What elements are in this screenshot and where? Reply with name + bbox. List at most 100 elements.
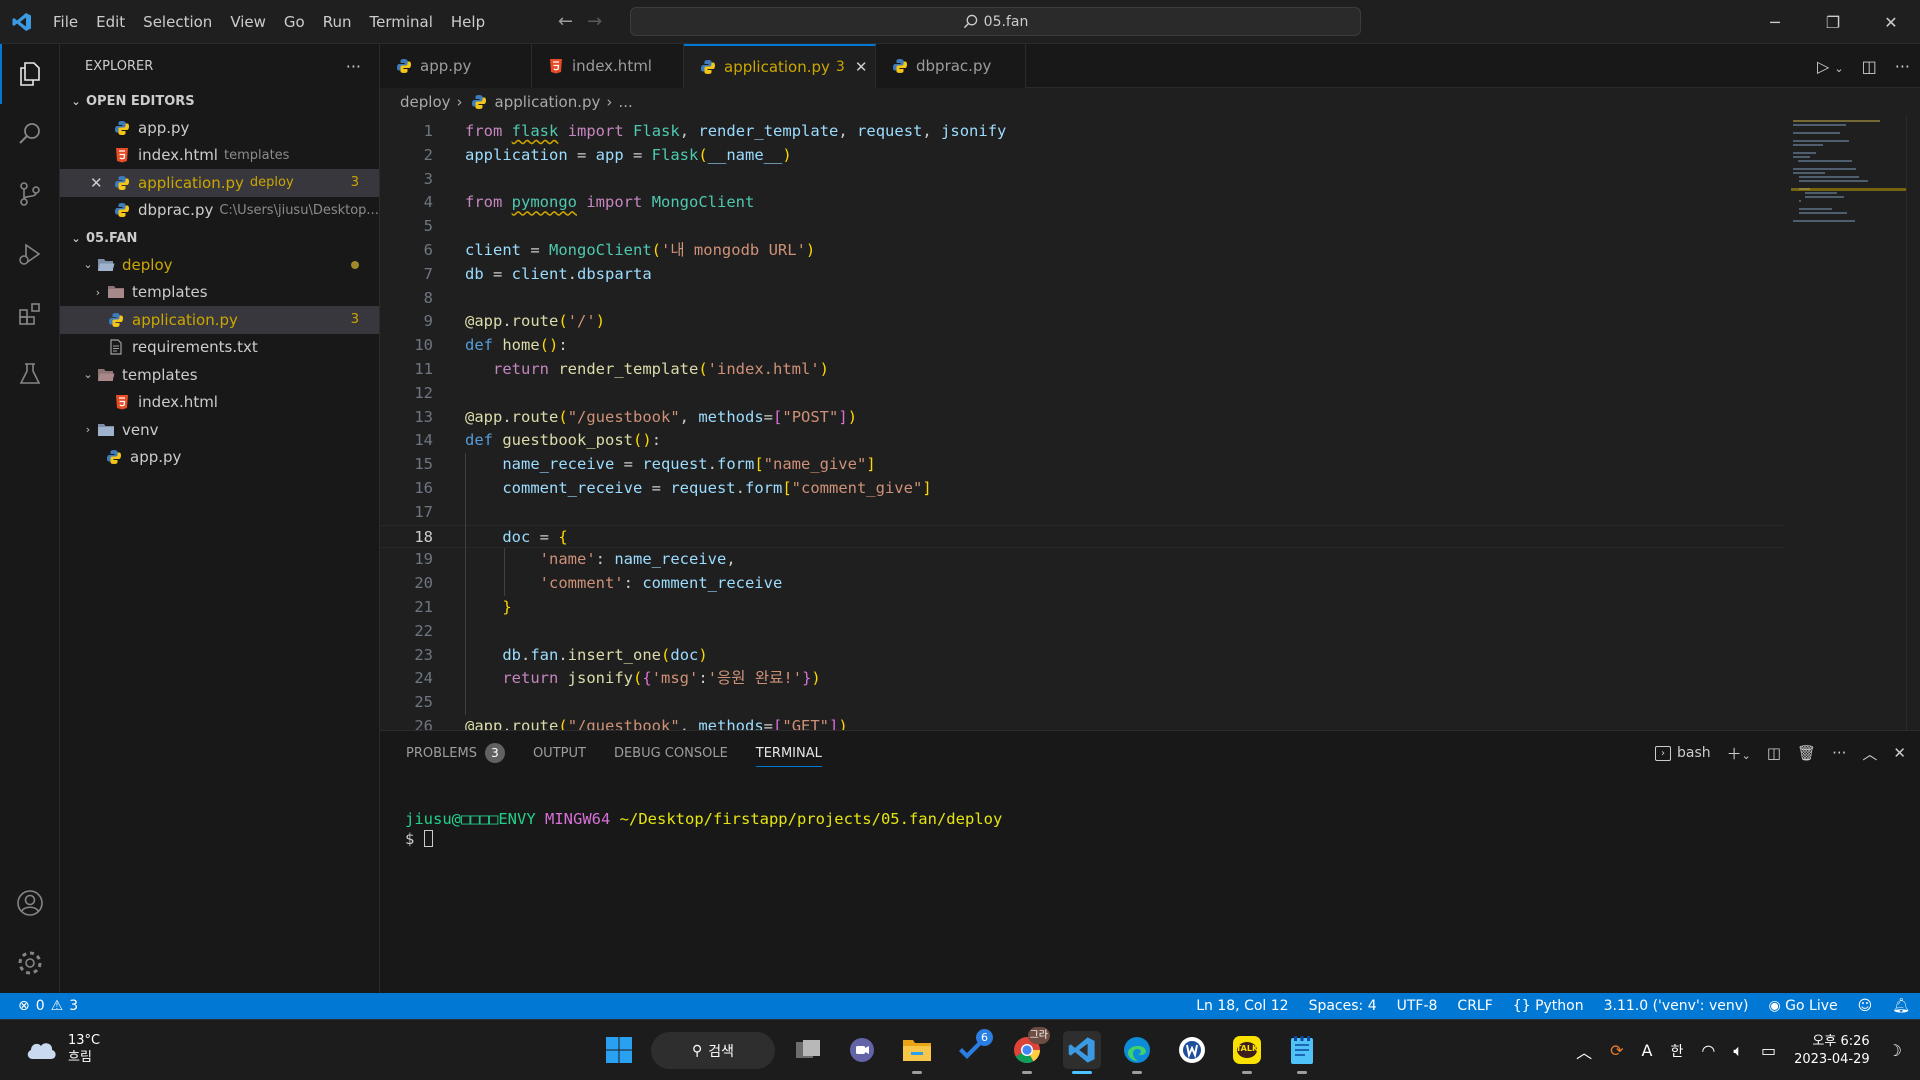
menu-help[interactable]: Help bbox=[442, 0, 494, 44]
tab-output[interactable]: OUTPUT bbox=[533, 731, 586, 775]
menu-selection[interactable]: Selection bbox=[134, 0, 221, 44]
cursor-position[interactable]: Ln 18, Col 12 bbox=[1196, 998, 1288, 1014]
tab-problems[interactable]: PROBLEMS 3 bbox=[406, 731, 505, 775]
tree-file-requirements[interactable]: requirements.txt bbox=[60, 334, 379, 362]
encoding[interactable]: UTF-8 bbox=[1397, 998, 1438, 1014]
show-hidden-icons-icon[interactable]: ︿ bbox=[1576, 1039, 1592, 1063]
language-mode[interactable]: {} Python bbox=[1513, 998, 1584, 1014]
forward-arrow-icon[interactable]: → bbox=[587, 0, 602, 44]
word-icon[interactable] bbox=[1173, 1031, 1211, 1069]
feedback-icon[interactable]: ☺ bbox=[1858, 998, 1873, 1014]
go-live-button[interactable]: ◉ Go Live bbox=[1768, 998, 1837, 1014]
code-line[interactable]: 19 'name': name_receive, bbox=[380, 548, 1785, 572]
todo-icon[interactable]: 6 bbox=[953, 1029, 993, 1069]
code-line[interactable]: 17 bbox=[380, 501, 1785, 525]
code-line[interactable]: 18 doc = { bbox=[380, 524, 1785, 549]
run-python-icon[interactable]: ▷ ⌄ bbox=[1817, 57, 1844, 76]
code-line[interactable]: 14 def guestbook_post(): bbox=[380, 429, 1785, 453]
terminal-shell-selector[interactable]: › bash bbox=[1654, 745, 1711, 761]
code-line[interactable]: 25 bbox=[380, 691, 1785, 715]
file-explorer-icon[interactable] bbox=[898, 1031, 936, 1074]
more-actions-icon[interactable]: ··· bbox=[346, 57, 361, 76]
code-line[interactable]: 2 application = app = Flask(__name__) bbox=[380, 144, 1785, 168]
kill-terminal-icon[interactable]: 🗑 bbox=[1797, 744, 1816, 762]
breadcrumb-folder[interactable]: deploy bbox=[400, 93, 451, 111]
weather-widget[interactable]: 13°C 흐림 bbox=[24, 1032, 100, 1066]
sync-icon[interactable]: ⟳ bbox=[1610, 1041, 1623, 1060]
close-icon[interactable]: ✕ bbox=[1862, 0, 1920, 44]
menu-terminal[interactable]: Terminal bbox=[361, 0, 442, 44]
command-center[interactable]: 05.fan bbox=[630, 7, 1361, 36]
close-tab-icon[interactable]: ✕ bbox=[855, 58, 868, 76]
breadcrumb-symbol[interactable]: ... bbox=[618, 93, 632, 111]
split-editor-icon[interactable]: ◫ bbox=[1862, 57, 1877, 76]
problems-status[interactable]: ⊗ 0 ⚠ 3 bbox=[0, 998, 78, 1014]
code-line[interactable]: 11 return render_template('index.html') bbox=[380, 358, 1785, 382]
vertical-scrollbar[interactable] bbox=[1906, 116, 1920, 730]
testing-icon[interactable] bbox=[0, 344, 60, 404]
kakaotalk-icon[interactable]: TALK bbox=[1228, 1031, 1266, 1074]
volume-icon[interactable]: 🔈︎ bbox=[1733, 1041, 1743, 1061]
chrome-icon[interactable]: 그라 bbox=[1008, 1027, 1050, 1074]
menu-edit[interactable]: Edit bbox=[87, 0, 134, 44]
code-line[interactable]: 4 from pymongo import MongoClient bbox=[380, 191, 1785, 215]
breadcrumb-file[interactable]: application.py bbox=[495, 93, 601, 111]
tab-terminal[interactable]: TERMINAL bbox=[755, 731, 823, 775]
code-editor[interactable]: 1 from flask import Flask, render_templat… bbox=[380, 116, 1920, 730]
code-line[interactable]: 15 name_receive = request.form["name_giv… bbox=[380, 453, 1785, 477]
tree-folder-templates[interactable]: ⌄ templates bbox=[60, 361, 379, 389]
close-panel-icon[interactable]: ✕ bbox=[1893, 744, 1906, 762]
notification-center-icon[interactable]: ☽ bbox=[1888, 1041, 1902, 1060]
edge-icon[interactable] bbox=[1118, 1031, 1156, 1074]
tab-dbprac-py[interactable]: dbprac.py bbox=[876, 44, 1026, 88]
more-actions-icon[interactable]: ··· bbox=[1832, 744, 1846, 762]
task-view-icon[interactable] bbox=[789, 1031, 827, 1069]
open-editors-header[interactable]: ⌄ OPEN EDITORS bbox=[60, 88, 379, 114]
tab-app-py[interactable]: app.py bbox=[380, 44, 532, 88]
menu-view[interactable]: View bbox=[221, 0, 275, 44]
clock[interactable]: 오후 6:26 2023-04-29 bbox=[1794, 1033, 1870, 1069]
open-editor-item[interactable]: index.html templates bbox=[60, 142, 379, 170]
search-icon[interactable] bbox=[0, 104, 60, 164]
open-editor-item-active[interactable]: ✕ application.py deploy 3 bbox=[60, 169, 379, 197]
notifications-bell-icon[interactable]: 🔔︎ bbox=[1892, 998, 1910, 1014]
code-line[interactable]: 20 'comment': comment_receive bbox=[380, 572, 1785, 596]
code-line[interactable]: 23 db.fan.insert_one(doc) bbox=[380, 644, 1785, 668]
tree-file-app-py[interactable]: app.py bbox=[60, 444, 379, 472]
code-line[interactable]: 7 db = client.dbsparta bbox=[380, 263, 1785, 287]
menu-go[interactable]: Go bbox=[275, 0, 314, 44]
account-icon[interactable] bbox=[0, 873, 60, 933]
code-line[interactable]: 5 bbox=[380, 215, 1785, 239]
more-actions-icon[interactable]: ··· bbox=[1895, 57, 1910, 76]
maximize-panel-icon[interactable]: ︿ bbox=[1862, 743, 1877, 764]
explorer-icon[interactable] bbox=[0, 44, 60, 104]
code-line[interactable]: 12 bbox=[380, 382, 1785, 406]
tree-folder-templates[interactable]: › templates bbox=[60, 279, 379, 307]
code-line[interactable]: 8 bbox=[380, 287, 1785, 311]
tree-file-index-html[interactable]: index.html bbox=[60, 389, 379, 417]
back-arrow-icon[interactable]: ← bbox=[558, 0, 573, 44]
minimap[interactable] bbox=[1791, 116, 1906, 730]
notepad-icon[interactable] bbox=[1283, 1031, 1321, 1074]
wifi-icon[interactable]: ◠ bbox=[1701, 1041, 1715, 1060]
code-line[interactable]: 3 bbox=[380, 168, 1785, 192]
tree-file-application-py[interactable]: application.py 3 bbox=[60, 306, 379, 334]
extensions-icon[interactable] bbox=[0, 284, 60, 344]
split-terminal-icon[interactable]: ◫ bbox=[1767, 744, 1781, 762]
code-line[interactable]: 9 @app.route('/') bbox=[380, 310, 1785, 334]
code-line[interactable]: 21 } bbox=[380, 596, 1785, 620]
open-editor-item[interactable]: app.py bbox=[60, 114, 379, 142]
code-line[interactable]: 24 return jsonify({'msg':'응원 완료!'}) bbox=[380, 667, 1785, 691]
new-terminal-icon[interactable]: ＋⌄ bbox=[1727, 743, 1751, 764]
end-of-line[interactable]: CRLF bbox=[1457, 998, 1492, 1014]
python-interpreter[interactable]: 3.11.0 ('venv': venv) bbox=[1604, 998, 1749, 1014]
code-line[interactable]: 13 @app.route("/guestbook", methods=["POS… bbox=[380, 406, 1785, 430]
tab-debug-console[interactable]: DEBUG CONSOLE bbox=[614, 731, 728, 775]
manage-gear-icon[interactable] bbox=[0, 933, 60, 993]
code-line[interactable]: 10 def home(): bbox=[380, 334, 1785, 358]
code-line[interactable]: 26 @app.route("/guestbook", methods=["GET… bbox=[380, 715, 1785, 730]
code-line[interactable]: 16 comment_receive = request.form["comme… bbox=[380, 477, 1785, 501]
workspace-header[interactable]: ⌄ 05.FAN bbox=[60, 225, 379, 251]
indentation[interactable]: Spaces: 4 bbox=[1309, 998, 1377, 1014]
ime-language-indicator[interactable]: 한 bbox=[1671, 1041, 1684, 1061]
